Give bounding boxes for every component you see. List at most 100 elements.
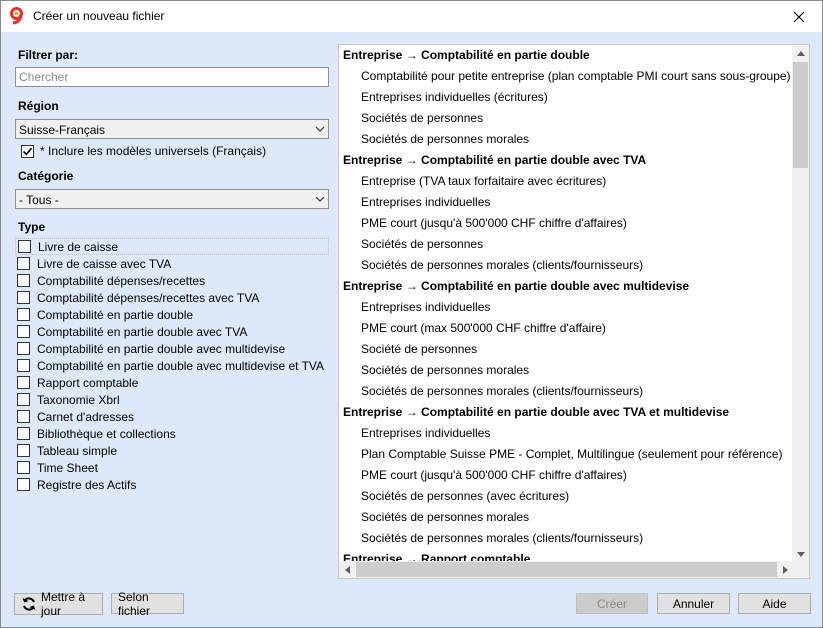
scroll-left-button[interactable] bbox=[339, 561, 356, 578]
template-tree-viewport: Entreprise → Comptabilité en partie doub… bbox=[339, 45, 794, 563]
type-item-label: Time Sheet bbox=[37, 460, 98, 475]
type-item-depenses-recettes[interactable]: Comptabilité dépenses/recettes bbox=[17, 272, 329, 289]
search-input[interactable] bbox=[15, 67, 329, 87]
chevron-down-icon bbox=[796, 552, 805, 557]
include-universal-label: * Inclure les modèles universels (França… bbox=[40, 144, 267, 158]
type-item-bibliotheque[interactable]: Bibliothèque et collections bbox=[17, 425, 329, 442]
close-icon bbox=[793, 11, 805, 22]
type-checkbox[interactable] bbox=[17, 478, 30, 491]
tree-item[interactable]: Sociétés de personnes morales bbox=[361, 510, 529, 524]
tree-item[interactable]: Comptabilité pour petite entreprise (pla… bbox=[361, 69, 791, 83]
type-item-livre-de-caisse[interactable]: Livre de caisse bbox=[15, 238, 329, 255]
tree-group[interactable]: Entreprise → Comptabilité en partie doub… bbox=[343, 405, 729, 419]
type-item-label: Taxonomie Xbrl bbox=[37, 392, 120, 407]
type-item-label: Comptabilité dépenses/recettes avec TVA bbox=[37, 290, 260, 305]
type-item-livre-de-caisse-tva[interactable]: Livre de caisse avec TVA bbox=[17, 255, 329, 272]
tree-item[interactable]: Sociétés de personnes morales bbox=[361, 132, 529, 146]
type-item-label: Comptabilité dépenses/recettes bbox=[37, 273, 206, 288]
tree-item[interactable]: Société de personnes bbox=[361, 342, 477, 356]
type-item-label: Comptabilité en partie double avec TVA bbox=[37, 324, 248, 339]
type-item-tableau-simple[interactable]: Tableau simple bbox=[17, 442, 329, 459]
tree-group[interactable]: Entreprise → Comptabilité en partie doub… bbox=[343, 48, 590, 62]
close-button[interactable] bbox=[776, 1, 822, 32]
type-checkbox[interactable] bbox=[17, 376, 30, 389]
type-item-registre-actifs[interactable]: Registre des Actifs bbox=[17, 476, 329, 493]
horizontal-scrollbar[interactable] bbox=[339, 561, 794, 578]
update-button-label: Mettre à jour bbox=[41, 590, 86, 618]
vertical-scroll-thumb[interactable] bbox=[793, 62, 808, 168]
tree-item[interactable]: Sociétés de personnes bbox=[361, 237, 483, 251]
type-item-partie-double-multidevise[interactable]: Comptabilité en partie double avec multi… bbox=[17, 340, 329, 357]
create-button[interactable]: Créer bbox=[576, 593, 648, 614]
type-checkbox[interactable] bbox=[17, 274, 30, 287]
type-item-taxonomie-xbrl[interactable]: Taxonomie Xbrl bbox=[17, 391, 329, 408]
tree-item[interactable]: Entreprises individuelles bbox=[361, 300, 490, 314]
chevron-up-icon bbox=[796, 51, 805, 56]
refresh-icon bbox=[21, 596, 37, 612]
title-bar: Créer un nouveau fichier bbox=[1, 1, 822, 32]
include-universal-checkbox[interactable] bbox=[21, 144, 34, 158]
type-item-partie-double-tva[interactable]: Comptabilité en partie double avec TVA bbox=[17, 323, 329, 340]
tree-item[interactable]: Entreprises individuelles bbox=[361, 426, 490, 440]
type-checkbox[interactable] bbox=[17, 308, 30, 321]
update-button[interactable]: Mettre à jour bbox=[14, 590, 103, 618]
type-item-label: Comptabilité en partie double avec multi… bbox=[37, 341, 286, 356]
region-select[interactable]: Suisse-Français bbox=[15, 119, 329, 139]
type-checkbox[interactable] bbox=[17, 359, 30, 372]
tree-item[interactable]: Plan Comptable Suisse PME - Complet, Mul… bbox=[361, 447, 783, 461]
type-item-label: Registre des Actifs bbox=[37, 477, 137, 492]
type-checkbox[interactable] bbox=[17, 291, 30, 304]
type-item-carnet-adresses[interactable]: Carnet d'adresses bbox=[17, 408, 329, 425]
type-item-label: Livre de caisse avec TVA bbox=[37, 256, 172, 271]
type-checkbox[interactable] bbox=[17, 342, 30, 355]
by-file-button-label: Selon fichier bbox=[118, 589, 151, 618]
tree-item[interactable]: Sociétés de personnes (avec écritures) bbox=[361, 489, 569, 503]
type-item-depenses-recettes-tva[interactable]: Comptabilité dépenses/recettes avec TVA bbox=[17, 289, 329, 306]
tree-item[interactable]: PME court (jusqu'à 500'000 CHF chiffre d… bbox=[361, 216, 627, 230]
type-checkbox[interactable] bbox=[17, 410, 30, 423]
type-checkbox[interactable] bbox=[17, 427, 30, 440]
chevron-down-icon bbox=[315, 196, 325, 202]
help-button[interactable]: Aide bbox=[738, 593, 811, 614]
tree-group[interactable]: Entreprise → Comptabilité en partie doub… bbox=[343, 153, 646, 167]
create-new-file-dialog: Créer un nouveau fichier Filtrer par: Ré… bbox=[0, 0, 823, 628]
type-checkbox[interactable] bbox=[17, 461, 30, 474]
tree-item[interactable]: Sociétés de personnes morales (clients/f… bbox=[361, 384, 643, 398]
type-item-label: Livre de caisse bbox=[38, 239, 119, 254]
cancel-button[interactable]: Annuler bbox=[657, 593, 730, 614]
tree-item[interactable]: PME court (max 500'000 CHF chiffre d'aff… bbox=[361, 321, 606, 335]
region-selected-value: Suisse-Français bbox=[19, 123, 106, 137]
cancel-button-label: Annuler bbox=[672, 596, 715, 611]
tree-item[interactable]: PME court (jusqu'à 500'000 CHF chiffre d… bbox=[361, 468, 627, 482]
category-selected-value: - Tous - bbox=[19, 193, 59, 207]
category-select[interactable]: - Tous - bbox=[15, 189, 329, 209]
type-list: Livre de caisse Livre de caisse avec TVA… bbox=[15, 238, 329, 493]
type-item-rapport-comptable[interactable]: Rapport comptable bbox=[17, 374, 329, 391]
type-item-time-sheet[interactable]: Time Sheet bbox=[17, 459, 329, 476]
type-checkbox[interactable] bbox=[17, 325, 30, 338]
type-checkbox[interactable] bbox=[17, 393, 30, 406]
tree-item[interactable]: Sociétés de personnes morales (clients/f… bbox=[361, 258, 643, 272]
tree-item[interactable]: Sociétés de personnes morales (clients/f… bbox=[361, 531, 643, 545]
type-item-partie-double-multidevise-tva[interactable]: Comptabilité en partie double avec multi… bbox=[17, 357, 329, 374]
type-checkbox[interactable] bbox=[18, 240, 31, 253]
type-item-partie-double[interactable]: Comptabilité en partie double bbox=[17, 306, 329, 323]
tree-item[interactable]: Entreprises individuelles (écritures) bbox=[361, 90, 548, 104]
scroll-up-button[interactable] bbox=[792, 45, 809, 62]
tree-item[interactable]: Entreprises individuelles bbox=[361, 195, 490, 209]
by-file-button[interactable]: Selon fichier bbox=[111, 590, 184, 618]
chevron-down-icon bbox=[315, 126, 325, 132]
tree-item[interactable]: Sociétés de personnes bbox=[361, 111, 483, 125]
window-title: Créer un nouveau fichier bbox=[33, 9, 165, 23]
tree-group[interactable]: Entreprise → Comptabilité en partie doub… bbox=[343, 279, 689, 293]
tree-item[interactable]: Sociétés de personnes morales bbox=[361, 363, 529, 377]
vertical-scrollbar[interactable] bbox=[792, 45, 809, 563]
include-universal-row: * Inclure les modèles universels (França… bbox=[21, 144, 266, 158]
tree-item[interactable]: Entreprise (TVA taux forfaitaire avec éc… bbox=[361, 174, 606, 188]
type-checkbox[interactable] bbox=[17, 257, 30, 270]
template-tree[interactable]: Entreprise → Comptabilité en partie doub… bbox=[338, 44, 810, 579]
type-label: Type bbox=[18, 220, 46, 234]
type-item-label: Comptabilité en partie double avec multi… bbox=[37, 358, 325, 373]
horizontal-scroll-thumb[interactable] bbox=[356, 562, 777, 577]
type-checkbox[interactable] bbox=[17, 444, 30, 457]
